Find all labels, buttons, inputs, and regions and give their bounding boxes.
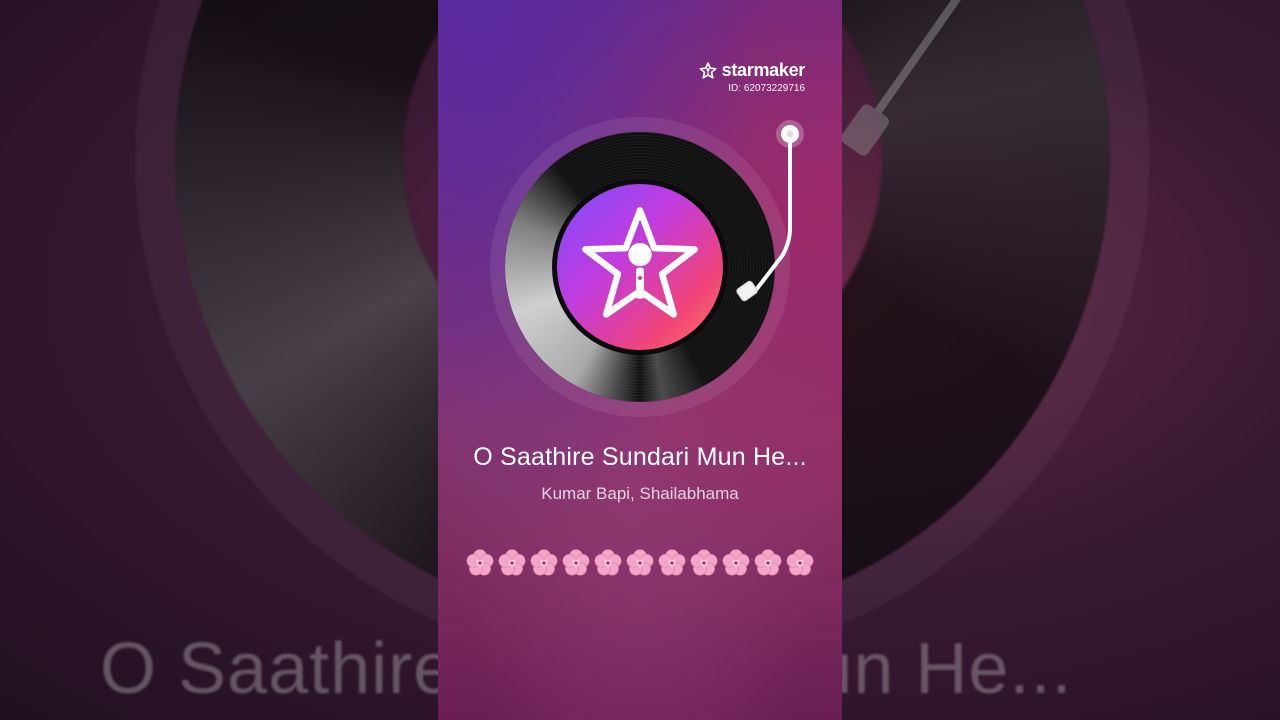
tonearm [728,118,808,318]
flower-row [463,548,817,578]
cherry-blossom-icon [593,548,623,578]
cherry-blossom-icon [689,548,719,578]
brand-watermark: starmaker ID: 62073229716 [698,60,805,94]
brand-name: starmaker [721,60,806,80]
song-artist: Kumar Bapi, Shailabhama [541,484,739,503]
record-label [557,184,723,350]
brand-id: ID: 62073229716 [728,83,805,94]
cherry-blossom-icon [529,548,559,578]
cherry-blossom-icon [561,548,591,578]
player-card: starmaker ID: 62073229716 O Saathire Sun… [438,0,842,720]
cherry-blossom-icon [721,548,751,578]
cherry-blossom-icon [657,548,687,578]
cherry-blossom-icon [497,548,527,578]
cherry-blossom-icon [625,548,655,578]
starmaker-logo-icon [698,61,718,81]
star-microphone-icon [575,200,705,335]
record-label-ring [552,179,728,355]
cherry-blossom-icon [465,548,495,578]
cherry-blossom-icon [753,548,783,578]
song-title: O Saathire Sundari Mun He... [473,443,807,471]
cherry-blossom-icon [785,548,815,578]
